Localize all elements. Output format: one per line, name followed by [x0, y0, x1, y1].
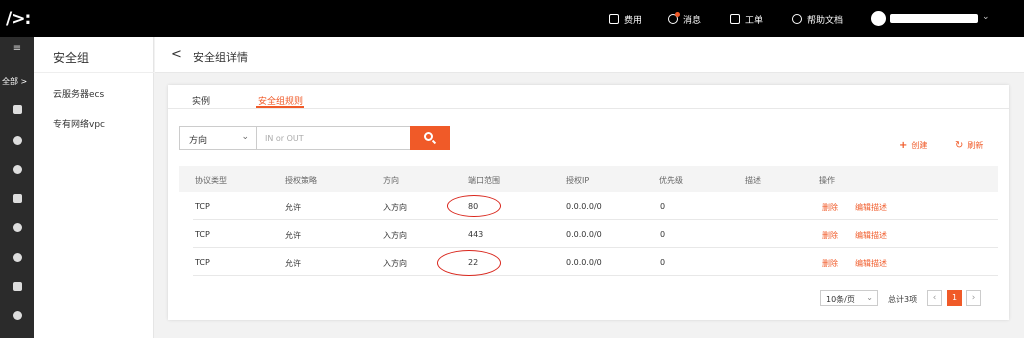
- cloud-icon[interactable]: [0, 253, 34, 262]
- cell-port: 443: [468, 230, 484, 239]
- cell-ip: 0.0.0.0/0: [566, 230, 602, 239]
- back-arrow-icon[interactable]: <: [171, 47, 182, 62]
- chevron-down-icon[interactable]: ⌄: [982, 12, 990, 22]
- cell-direction: 入方向: [383, 259, 407, 268]
- chevron-down-icon: ⌄: [241, 132, 249, 142]
- home-icon[interactable]: [0, 105, 34, 114]
- security-group-card: 实例 安全组规则 方向 ⌄ IN or OUT + 创建 ↻ 刷新 协议类型 授…: [168, 85, 1009, 320]
- cell-priority: 0: [660, 202, 666, 211]
- divider: [34, 72, 154, 73]
- chevron-down-icon: ⌄: [866, 293, 873, 302]
- cell-protocol: TCP: [195, 202, 210, 211]
- create-button[interactable]: + 创建: [899, 140, 927, 151]
- page-size-value: 10条/页: [826, 295, 855, 304]
- annotation-ellipse: [447, 195, 501, 217]
- topbar-help[interactable]: 帮助文档: [792, 12, 843, 26]
- cell-priority: 0: [660, 230, 666, 239]
- top-navbar: />: 费用 消息 工单 帮助文档 ⌄: [0, 0, 1024, 37]
- cell-ip: 0.0.0.0/0: [566, 202, 602, 211]
- delete-link[interactable]: 删除: [822, 202, 838, 213]
- avatar[interactable]: [871, 11, 886, 26]
- cell-protocol: TCP: [195, 258, 210, 267]
- edit-description-link[interactable]: 编辑描述: [855, 230, 887, 241]
- cell-ip: 0.0.0.0/0: [566, 258, 602, 267]
- search-input[interactable]: IN or OUT: [256, 126, 411, 150]
- table-row: TCP 允许 入方向 80 0.0.0.0/0 0 删除 编辑描述: [193, 192, 998, 220]
- side-menu-title: 安全组: [53, 51, 90, 65]
- page-header: < 安全组详情: [155, 37, 1024, 73]
- topbar-messages[interactable]: 消息: [668, 12, 701, 26]
- edit-description-link[interactable]: 编辑描述: [855, 202, 887, 213]
- search-button[interactable]: [410, 126, 450, 150]
- column-header: 授权IP: [566, 176, 590, 185]
- db-stack-icon[interactable]: [0, 311, 34, 320]
- tabs-divider: [168, 108, 1009, 109]
- close-box-icon[interactable]: [0, 282, 34, 291]
- topbar-messages-label: 消息: [683, 15, 702, 26]
- column-header: 操作: [819, 176, 835, 185]
- cell-policy: 允许: [285, 259, 301, 268]
- notification-dot: [675, 12, 680, 17]
- prev-page-button[interactable]: ‹: [927, 290, 942, 306]
- column-header: 端口范围: [468, 176, 500, 185]
- page-title: 安全组详情: [193, 51, 248, 64]
- delete-link[interactable]: 删除: [822, 230, 838, 241]
- cell-priority: 0: [660, 258, 666, 267]
- left-icon-nav: ≡ 全部 >: [0, 37, 34, 338]
- topbar-tickets[interactable]: 工单: [730, 12, 763, 26]
- message-icon: [668, 12, 680, 24]
- refresh-button[interactable]: ↻ 刷新: [955, 140, 983, 151]
- delete-link[interactable]: 删除: [822, 258, 838, 269]
- bill-icon: [609, 14, 619, 24]
- total-count: 总计3项: [888, 295, 918, 304]
- page-size-select[interactable]: 10条/页 ⌄: [820, 290, 878, 306]
- column-header: 优先级: [659, 176, 683, 185]
- direction-select-value: 方向: [189, 136, 208, 146]
- globe-icon[interactable]: [0, 165, 34, 174]
- table-header: 协议类型 授权策略 方向 端口范围 授权IP 优先级 描述 操作: [179, 166, 998, 192]
- cell-policy: 允许: [285, 231, 301, 240]
- topbar-tickets-label: 工单: [745, 15, 764, 26]
- storage-icon[interactable]: [0, 194, 34, 203]
- edit-description-link[interactable]: 编辑描述: [855, 258, 887, 269]
- cell-protocol: TCP: [195, 230, 210, 239]
- cell-policy: 允许: [285, 203, 301, 212]
- annotation-ellipse: [437, 250, 501, 276]
- menu-icon[interactable]: ≡: [0, 43, 34, 54]
- cell-direction: 入方向: [383, 231, 407, 240]
- column-header: 授权策略: [285, 176, 317, 185]
- direction-select[interactable]: 方向 ⌄: [179, 126, 257, 150]
- side-menu-item-ecs[interactable]: 云服务器ecs: [53, 87, 104, 100]
- brand-logo[interactable]: />:: [6, 9, 31, 29]
- column-header: 协议类型: [195, 176, 227, 185]
- cloud-upload-icon[interactable]: [0, 223, 34, 232]
- column-header: 描述: [745, 176, 761, 185]
- create-button-label: 创建: [911, 141, 928, 150]
- table-row: TCP 允许 入方向 22 0.0.0.0/0 0 删除 编辑描述: [193, 248, 998, 276]
- table-row: TCP 允许 入方向 443 0.0.0.0/0 0 删除 编辑描述: [193, 220, 998, 248]
- ticket-icon: [730, 14, 740, 24]
- topbar-billing[interactable]: 费用: [609, 12, 642, 26]
- side-menu: 安全组 云服务器ecs 专有网络vpc: [34, 37, 154, 338]
- all-products-toggle[interactable]: 全部 >: [2, 76, 27, 87]
- help-icon: [792, 14, 802, 24]
- username-redacted[interactable]: [890, 14, 978, 23]
- refresh-button-label: 刷新: [967, 141, 984, 150]
- plus-icon: +: [899, 140, 908, 151]
- database-icon[interactable]: [0, 136, 34, 145]
- topbar-billing-label: 费用: [624, 15, 643, 26]
- current-page[interactable]: 1: [947, 290, 962, 306]
- column-header: 方向: [383, 176, 399, 185]
- tab-instances[interactable]: 实例: [192, 94, 210, 107]
- side-menu-item-vpc[interactable]: 专有网络vpc: [53, 117, 105, 130]
- topbar-help-label: 帮助文档: [807, 15, 844, 26]
- cell-direction: 入方向: [383, 203, 407, 212]
- refresh-icon: ↻: [955, 140, 964, 151]
- next-page-button[interactable]: ›: [966, 290, 981, 306]
